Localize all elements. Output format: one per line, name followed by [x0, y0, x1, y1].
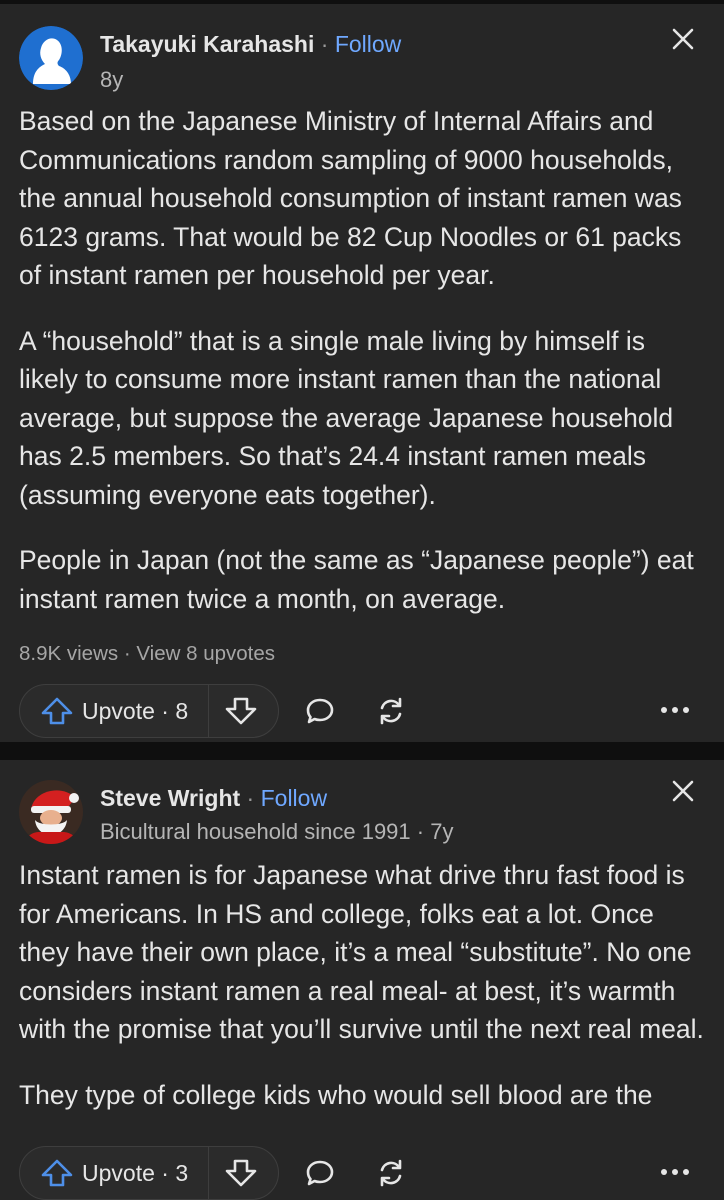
answer-meta: Bicultural household since 1991 · 7y: [100, 819, 454, 844]
share-button[interactable]: [374, 694, 408, 728]
comment-button[interactable]: [303, 1156, 337, 1190]
answer-paragraph: A “household” that is a single male livi…: [19, 325, 674, 510]
close-icon[interactable]: [668, 24, 698, 54]
answer-card: Steve Wright · Follow Bicultural househo…: [0, 760, 724, 1200]
answer-meta: 8y: [100, 67, 124, 92]
answer-paragraph: Based on the Japanese Ministry of Intern…: [19, 106, 682, 290]
author-line: Steve Wright · Follow: [100, 785, 327, 812]
author-line: Takayuki Karahashi · Follow: [100, 31, 401, 58]
upvote-button[interactable]: Upvote · 8: [20, 685, 208, 737]
author-avatar[interactable]: [19, 780, 83, 844]
share-button[interactable]: [374, 1156, 408, 1190]
answer-card: Takayuki Karahashi · Follow 8y Based on …: [0, 4, 724, 742]
vote-divider: [208, 1147, 209, 1199]
separator: ·: [320, 31, 329, 57]
answer-paragraph: Instant ramen is for Japanese what drive…: [19, 860, 704, 1044]
separator: ·: [246, 785, 255, 811]
upvote-arrow-icon: [41, 1159, 73, 1187]
answer-paragraph: They type of college kids who would sell…: [19, 1079, 653, 1110]
author-name[interactable]: Takayuki Karahashi: [100, 31, 314, 57]
share-icon: [380, 697, 402, 725]
vote-divider: [208, 685, 209, 737]
vote-pill: Upvote · 3: [19, 1146, 279, 1200]
upvote-button[interactable]: Upvote · 3: [20, 1147, 208, 1199]
upvote-arrow-icon: [41, 697, 73, 725]
downvote-button[interactable]: [224, 696, 260, 728]
action-bar: Upvote · 3: [19, 1146, 705, 1200]
upvote-label: Upvote · 3: [82, 1159, 189, 1186]
answer-body: Instant ramen is for Japanese what drive…: [19, 856, 709, 1141]
follow-button[interactable]: Follow: [335, 31, 401, 57]
comment-button[interactable]: [303, 694, 337, 728]
answer-body: Based on the Japanese Ministry of Intern…: [19, 102, 709, 645]
downvote-arrow-icon: [225, 1159, 257, 1187]
upvote-label: Upvote · 8: [82, 697, 189, 724]
author-name[interactable]: Steve Wright: [100, 785, 240, 811]
more-options-button[interactable]: [659, 698, 691, 722]
comment-icon: [306, 1160, 334, 1186]
downvote-arrow-icon: [225, 697, 257, 725]
close-icon[interactable]: [668, 776, 698, 806]
vote-pill: Upvote · 8: [19, 684, 279, 738]
comment-icon: [306, 698, 334, 724]
share-icon: [380, 1159, 402, 1187]
answer-stats[interactable]: 8.9K views · View 8 upvotes: [19, 642, 275, 666]
more-icon: [661, 707, 689, 713]
answer-paragraph: People in Japan (not the same as “Japane…: [19, 545, 694, 614]
downvote-button[interactable]: [224, 1158, 260, 1190]
follow-button[interactable]: Follow: [261, 785, 327, 811]
more-icon: [661, 1169, 689, 1175]
author-avatar[interactable]: [19, 26, 83, 90]
more-options-button[interactable]: [659, 1160, 691, 1184]
action-bar: Upvote · 8: [19, 684, 705, 738]
